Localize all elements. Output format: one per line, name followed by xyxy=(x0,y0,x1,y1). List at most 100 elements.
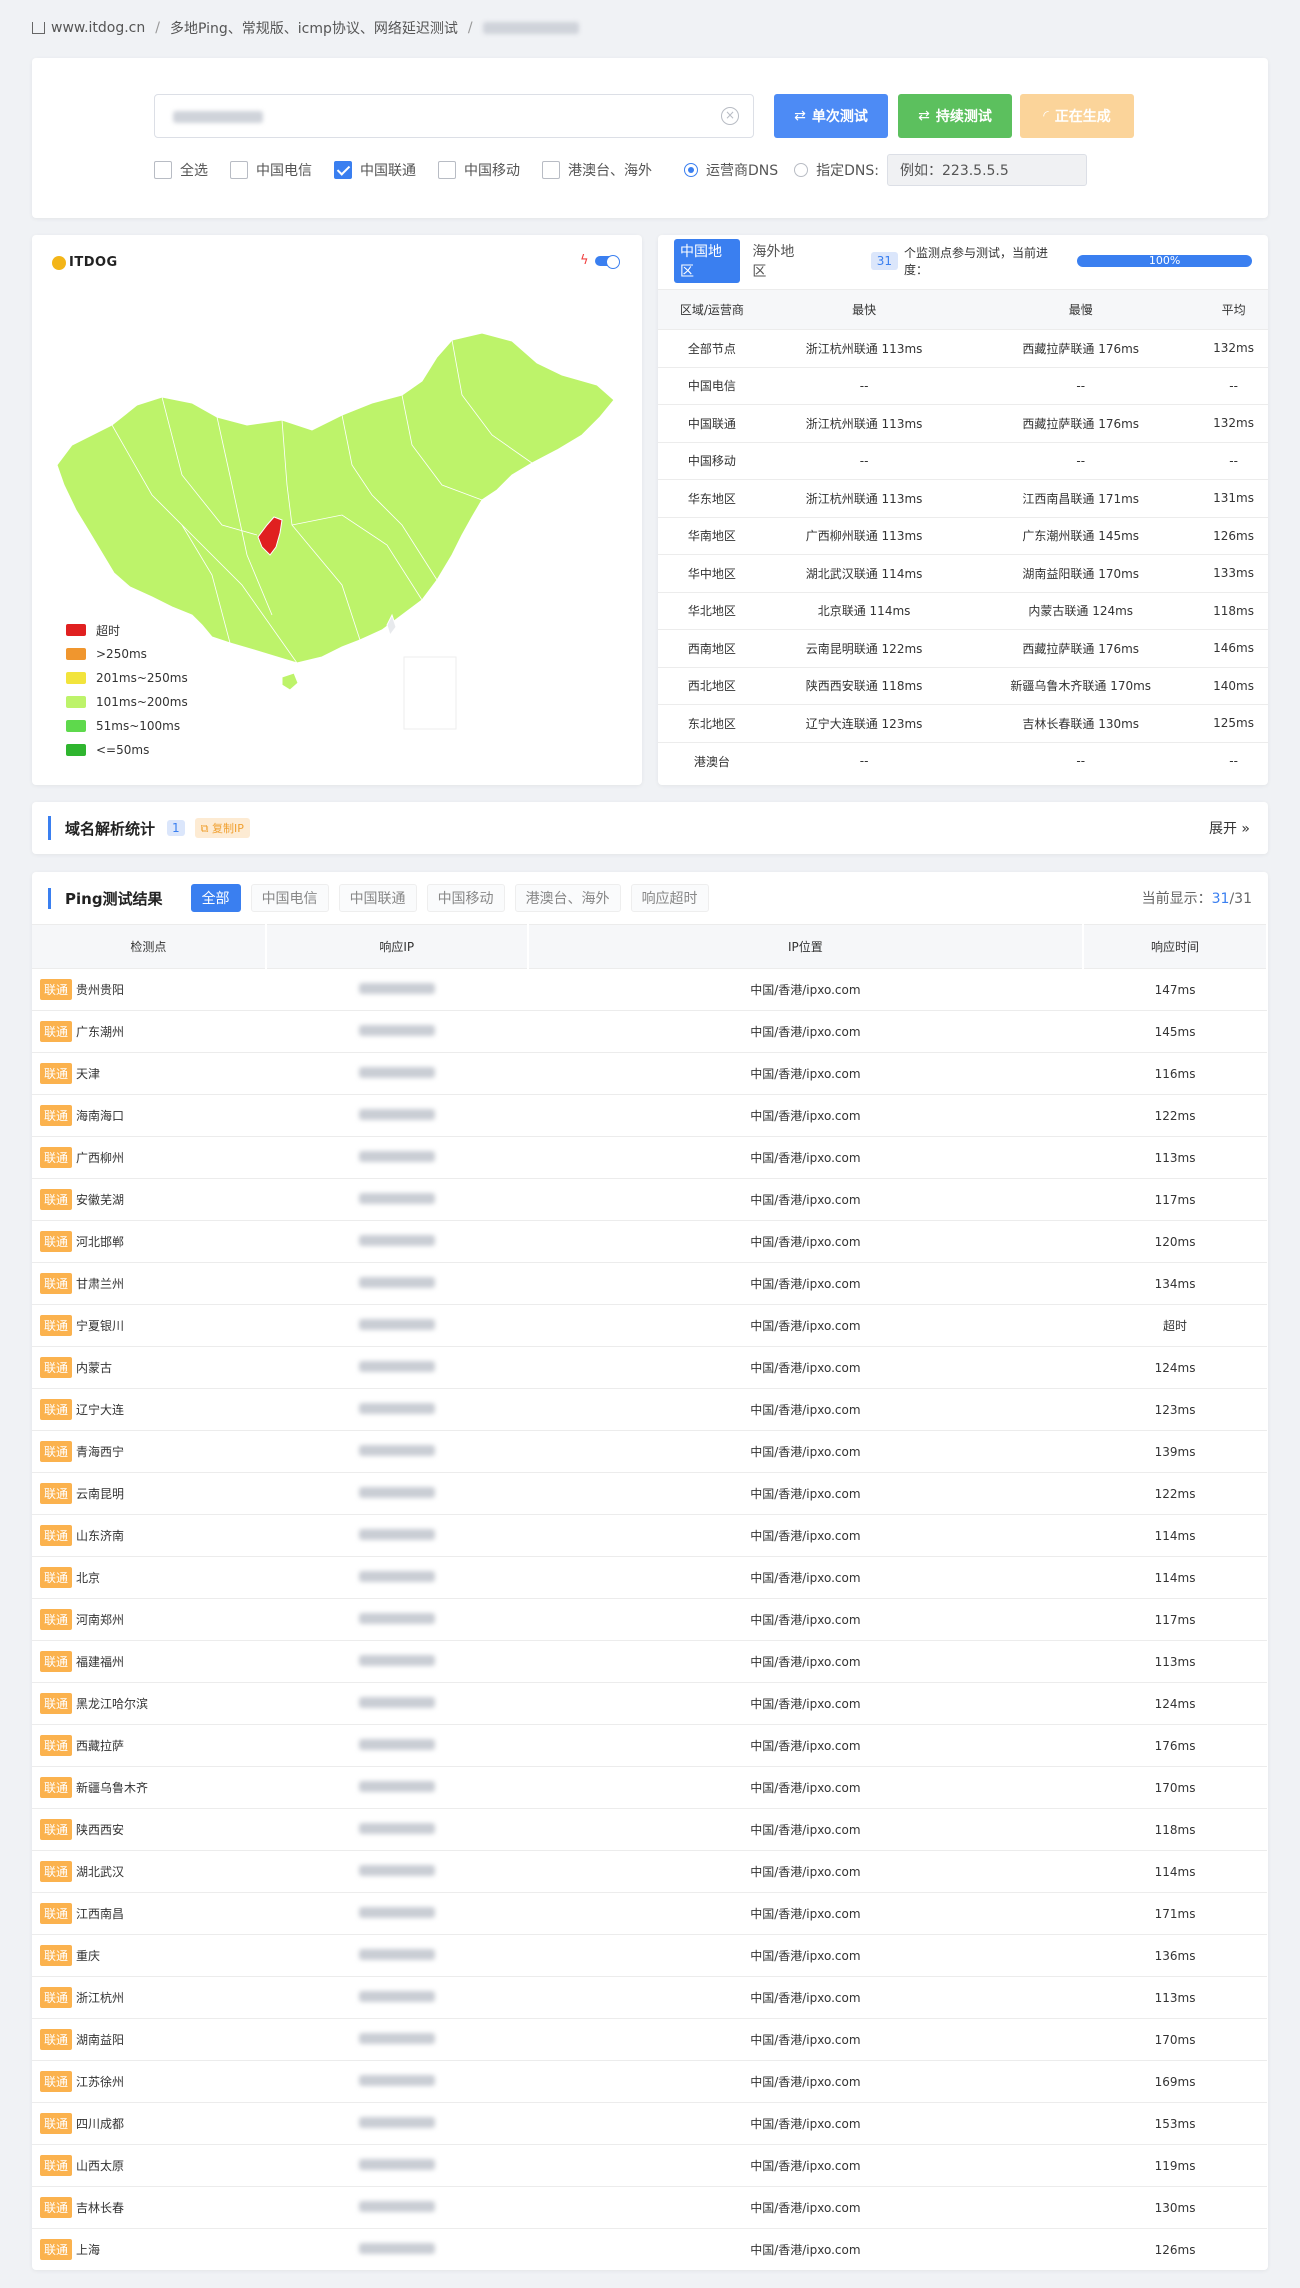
single-test-button[interactable]: ⇄ 单次测试 xyxy=(774,94,888,138)
ip-redacted xyxy=(358,2116,435,2128)
ip-cell xyxy=(265,1220,528,1263)
checkbox-telecom[interactable]: 中国电信 xyxy=(230,160,312,180)
location-cell: 中国/香港/ipxo.com xyxy=(527,968,1084,1011)
ip-redacted xyxy=(358,1990,435,2002)
node-name: 西藏拉萨 xyxy=(76,1739,125,1753)
response-time-cell: 119ms xyxy=(1083,2144,1267,2187)
ip-cell xyxy=(265,1934,528,1977)
response-time-cell: 153ms xyxy=(1083,2102,1267,2145)
location-cell: 中国/香港/ipxo.com xyxy=(527,2186,1084,2229)
generating-button[interactable]: ◜ 正在生成 xyxy=(1020,94,1134,138)
target-input[interactable]: × xyxy=(154,94,754,138)
location-cell: 中国/香港/ipxo.com xyxy=(527,2018,1084,2061)
stats-cell: 中国移动 xyxy=(658,441,766,480)
node-cell: 联通 海南海口 xyxy=(32,1094,266,1137)
ip-redacted xyxy=(358,1948,435,1960)
ip-cell xyxy=(265,1052,528,1095)
continuous-test-button[interactable]: ⇄ 持续测试 xyxy=(898,94,1012,138)
stats-row: 西南地区 云南昆明联通 122ms 西藏拉萨联通 176ms 146ms xyxy=(658,629,1268,667)
ip-cell xyxy=(265,968,528,1011)
tab-domestic[interactable]: 中国地区 xyxy=(674,239,741,283)
checkbox-box[interactable] xyxy=(438,161,456,179)
dns-stats-card: 域名解析统计 1 ⧉ 复制IP 展开 » xyxy=(32,802,1268,854)
response-time-cell: 122ms xyxy=(1083,1472,1267,1515)
home-icon[interactable] xyxy=(32,22,45,34)
node-cell: 联通 北京 xyxy=(32,1556,266,1599)
dns-input[interactable]: 例如：223.5.5.5 xyxy=(887,154,1087,186)
response-time-cell: 114ms xyxy=(1083,1556,1267,1599)
node-cell: 联通 浙江杭州 xyxy=(32,1976,266,2019)
node-cell: 联通 内蒙古 xyxy=(32,1346,266,1389)
breadcrumb-site[interactable]: www.itdog.cn xyxy=(51,20,145,36)
ping-column-header[interactable]: IP位置 xyxy=(527,924,1085,969)
ip-cell xyxy=(265,1556,528,1599)
node-count-badge: 31 xyxy=(870,252,899,270)
checkbox-box[interactable] xyxy=(154,161,172,179)
ping-column-header[interactable]: 响应时间 xyxy=(1083,924,1268,969)
stats-column-header: 平均 xyxy=(1199,289,1268,330)
stats-card: 中国地区 海外地区 31 个监测点参与测试，当前进度： 100% 区域/运营商最… xyxy=(658,235,1268,785)
radio-isp-dns[interactable]: 运营商DNS xyxy=(684,160,778,180)
checkbox-unicom[interactable]: 中国联通 xyxy=(334,160,416,180)
toggle-switch[interactable] xyxy=(594,254,620,269)
checkbox-box-checked[interactable] xyxy=(334,161,352,179)
isp-badge: 联通 xyxy=(40,1945,73,1966)
checkbox-select-all[interactable]: 全选 xyxy=(154,160,208,180)
table-row: 联通 西藏拉萨 中国/香港/ipxo.com 176ms xyxy=(32,1724,1267,1767)
isp-badge: 联通 xyxy=(40,2029,73,2050)
node-name: 宁夏银川 xyxy=(76,1319,125,1333)
radio-dot[interactable] xyxy=(794,163,809,177)
checkbox-box[interactable] xyxy=(230,161,248,179)
checkbox-overseas[interactable]: 港澳台、海外 xyxy=(542,160,652,180)
stats-cell: 126ms xyxy=(1199,516,1268,555)
isp-badge: 联通 xyxy=(40,1105,73,1126)
clear-icon[interactable]: × xyxy=(721,107,739,125)
response-time-cell: 126ms xyxy=(1083,2228,1267,2271)
radio-custom-dns[interactable]: 指定DNS: xyxy=(794,160,879,180)
stats-cell: 华北地区 xyxy=(658,591,766,630)
ip-cell xyxy=(265,2144,528,2187)
filter-telecom[interactable]: 中国电信 xyxy=(250,884,329,912)
checkbox-box[interactable] xyxy=(542,161,560,179)
location-cell: 中国/香港/ipxo.com xyxy=(527,1346,1084,1389)
breadcrumb-page[interactable]: 多地Ping、常规版、icmp协议、网络延迟测试 xyxy=(170,18,458,38)
stats-cell: 浙江杭州联通 113ms xyxy=(765,404,963,442)
ip-redacted xyxy=(358,2074,435,2086)
node-cell: 联通 甘肃兰州 xyxy=(32,1262,266,1305)
filter-unicom[interactable]: 中国联通 xyxy=(338,884,417,912)
tab-overseas[interactable]: 海外地区 xyxy=(752,241,806,281)
filter-timeout[interactable]: 响应超时 xyxy=(630,884,709,912)
node-name: 陕西西安 xyxy=(76,1823,125,1837)
expand-button[interactable]: 展开 » xyxy=(1209,818,1250,838)
stats-row: 华中地区 湖北武汉联通 114ms 湖南益阳联通 170ms 133ms xyxy=(658,554,1268,592)
filter-mobile[interactable]: 中国移动 xyxy=(426,884,505,912)
isp-badge: 联通 xyxy=(40,1693,73,1714)
ping-column-header[interactable]: 响应IP xyxy=(265,924,529,969)
ping-column-header[interactable]: 检测点 xyxy=(32,924,267,969)
filter-overseas[interactable]: 港澳台、海外 xyxy=(514,884,621,912)
isp-badge: 联通 xyxy=(40,2071,73,2092)
node-cell: 联通 吉林长春 xyxy=(32,2186,266,2229)
node-name: 安徽芜湖 xyxy=(76,1193,125,1207)
node-name: 湖南益阳 xyxy=(76,2033,125,2047)
location-cell: 中国/香港/ipxo.com xyxy=(527,1808,1084,1851)
checkbox-mobile[interactable]: 中国移动 xyxy=(438,160,520,180)
node-cell: 联通 黑龙江哈尔滨 xyxy=(32,1682,266,1725)
map-toggle[interactable]: ϟ xyxy=(580,253,620,269)
copy-ip-button[interactable]: ⧉ 复制IP xyxy=(194,818,250,838)
isp-badge: 联通 xyxy=(40,1567,73,1588)
location-cell: 中国/香港/ipxo.com xyxy=(527,1766,1084,1809)
radio-dot-selected[interactable] xyxy=(684,163,698,177)
table-row: 联通 山西太原 中国/香港/ipxo.com 119ms xyxy=(32,2144,1267,2187)
table-row: 联通 安徽芜湖 中国/香港/ipxo.com 117ms xyxy=(32,1178,1267,1221)
filter-all[interactable]: 全部 xyxy=(190,884,241,912)
table-row: 联通 云南昆明 中国/香港/ipxo.com 122ms xyxy=(32,1472,1267,1515)
ip-cell xyxy=(265,2060,528,2103)
map-legend: 超时 >250ms 201ms~250ms 101ms~200ms 51ms~1… xyxy=(66,618,188,762)
response-time-cell: 176ms xyxy=(1083,1724,1267,1767)
isp-badge: 联通 xyxy=(40,1399,73,1420)
node-name: 吉林长春 xyxy=(76,2201,125,2215)
ip-redacted xyxy=(358,1276,435,1288)
location-cell: 中国/香港/ipxo.com xyxy=(527,1178,1084,1221)
stats-row: 全部节点 浙江杭州联通 113ms 西藏拉萨联通 176ms 132ms xyxy=(658,329,1268,367)
